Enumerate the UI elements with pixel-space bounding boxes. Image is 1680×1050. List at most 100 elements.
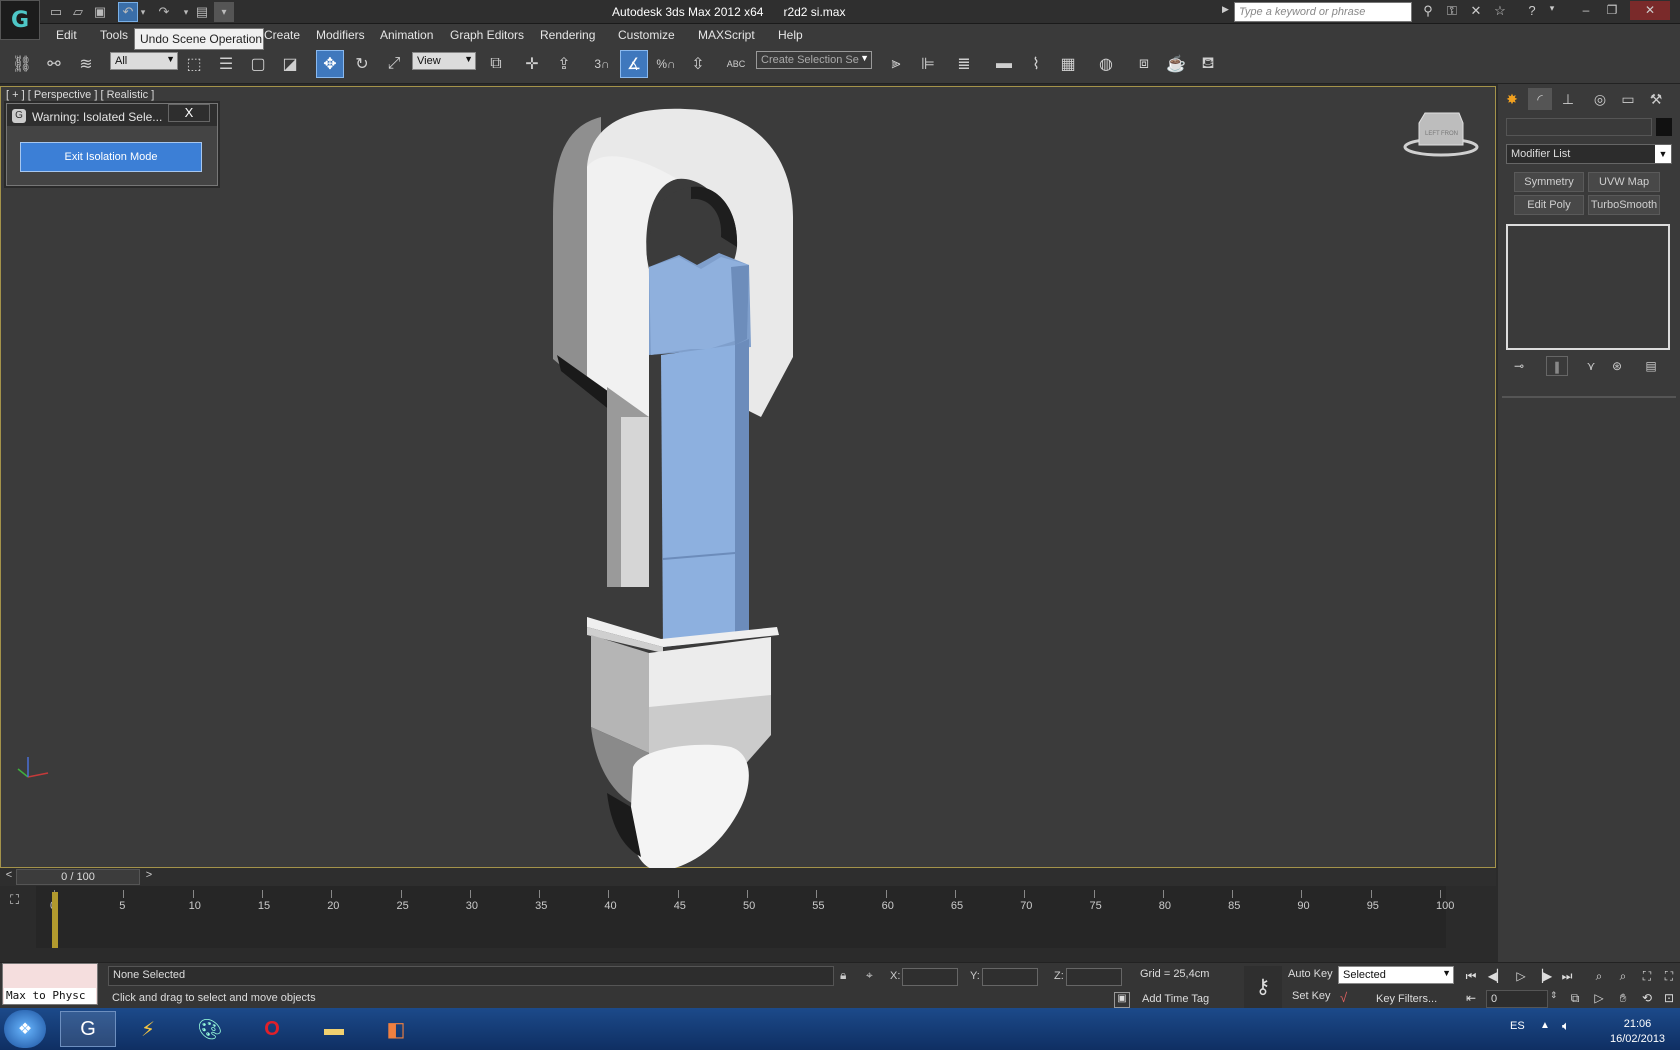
make-unique-icon[interactable]: ⋎	[1580, 356, 1602, 376]
graphite-ribbon-icon[interactable]: ▬	[990, 50, 1018, 78]
spinner-snap-icon[interactable]: ⇳	[684, 50, 712, 78]
modifier-stack[interactable]	[1506, 224, 1670, 350]
taskbar-app-6[interactable]: ◧	[368, 1011, 424, 1047]
select-and-link-icon[interactable]: ⛓	[8, 50, 36, 78]
rendered-frame-window-icon[interactable]: ☕	[1162, 50, 1190, 78]
perspective-viewport[interactable]: FRON LEFT	[0, 86, 1497, 869]
menu-create[interactable]: Create	[264, 28, 300, 42]
close-window-button[interactable]: ✕	[1630, 1, 1670, 20]
angle-snap-toggle-icon[interactable]: ∡	[620, 50, 648, 78]
reference-coordinate-dropdown[interactable]: View ▼	[412, 52, 476, 70]
viewcube-box[interactable]	[1418, 112, 1464, 146]
select-object-icon[interactable]: ⬚	[180, 50, 208, 78]
add-time-tag[interactable]: Add Time Tag	[1142, 993, 1209, 1005]
show-end-result-icon[interactable]: ∥	[1546, 356, 1568, 376]
current-frame-marker[interactable]	[52, 892, 58, 948]
system-clock[interactable]: 21:06 16/02/2013	[1610, 1017, 1665, 1047]
menu-help[interactable]: Help	[778, 28, 803, 42]
mirror-icon[interactable]: ⫸	[882, 50, 910, 78]
select-and-rotate-icon[interactable]: ↻	[348, 50, 376, 78]
redo-icon[interactable]: ↷	[154, 2, 174, 22]
undo-icon[interactable]: ↶	[118, 2, 138, 22]
display-tab-icon[interactable]: ▭	[1616, 88, 1640, 110]
absolute-mode-icon[interactable]: ⌖	[866, 968, 873, 983]
select-and-move-icon[interactable]: ✥	[316, 50, 344, 78]
bind-space-warp-icon[interactable]: ≋	[72, 50, 100, 78]
taskbar-opera[interactable]: O	[244, 1011, 300, 1047]
open-mini-curve-editor-icon[interactable]: ⛶	[10, 892, 34, 910]
zoom-extents-all-icon[interactable]: ⛶	[1658, 966, 1680, 986]
input-language[interactable]: ES	[1510, 1020, 1525, 1032]
volume-icon[interactable]: 🔈︎	[1562, 1018, 1570, 1034]
edit-poly-button[interactable]: Edit Poly	[1514, 195, 1584, 215]
project-folder-icon[interactable]: ▤	[192, 2, 212, 22]
set-key-button[interactable]: Set Key	[1292, 990, 1331, 1002]
menu-tools[interactable]: Tools	[100, 28, 128, 42]
default-tangents-icon[interactable]: √	[1340, 990, 1356, 1008]
select-and-manipulate-icon[interactable]: ✛	[518, 50, 546, 78]
current-frame-field[interactable]: 0	[1486, 990, 1548, 1008]
utilities-tab-icon[interactable]: ⚒	[1644, 88, 1668, 110]
window-crossing-icon[interactable]: ◪	[276, 50, 304, 78]
previous-frame-icon[interactable]: ◀▏	[1486, 966, 1508, 986]
maxscript-input[interactable]: Max to Physc	[4, 988, 96, 1004]
object-name-field[interactable]	[1506, 118, 1652, 136]
minimize-button[interactable]: ‒	[1574, 1, 1598, 20]
zoom-extents-icon[interactable]: ⛶	[1636, 966, 1658, 986]
selection-lock-icon[interactable]: 🔒︎	[840, 968, 846, 983]
menu-edit[interactable]: Edit	[56, 28, 77, 42]
viewport-label[interactable]: [ + ] [ Perspective ] [ Realistic ]	[6, 89, 154, 101]
isolated-model[interactable]: FRON LEFT	[1, 87, 1497, 869]
select-and-scale-icon[interactable]: ⤢	[380, 50, 408, 78]
taskbar-paint[interactable]: 🎨︎	[182, 1011, 238, 1047]
track-bar[interactable]	[36, 886, 1446, 948]
show-hidden-icons-icon[interactable]: ▲	[1540, 1020, 1550, 1031]
next-frame-icon[interactable]: ▕▶	[1532, 966, 1554, 986]
quick-access-dropdown-icon[interactable]: ▾	[214, 2, 234, 22]
restore-button[interactable]: ❐	[1600, 1, 1624, 20]
menu-rendering[interactable]: Rendering	[540, 28, 595, 42]
time-slider[interactable]: 0 / 100	[16, 869, 140, 885]
maximize-viewport-icon[interactable]: ⊡	[1658, 988, 1680, 1008]
key-mode-toggle-icon[interactable]: ⇤	[1460, 988, 1482, 1008]
pin-stack-icon[interactable]: ⊸	[1508, 356, 1530, 376]
object-color-swatch[interactable]	[1656, 118, 1672, 136]
symmetry-button[interactable]: Symmetry	[1514, 172, 1584, 192]
menu-graph-editors[interactable]: Graph Editors	[450, 28, 524, 42]
orbit-icon[interactable]: ⟲	[1636, 988, 1658, 1008]
zoom-icon[interactable]: ⌕	[1588, 966, 1610, 986]
z-coordinate-field[interactable]	[1066, 968, 1122, 986]
go-to-start-icon[interactable]: ⏮	[1460, 966, 1482, 986]
exit-isolation-mode-button[interactable]: Exit Isolation Mode	[20, 142, 202, 172]
y-coordinate-field[interactable]	[982, 968, 1038, 986]
motion-tab-icon[interactable]: ◎	[1588, 88, 1612, 110]
rectangular-selection-icon[interactable]: ▢	[244, 50, 272, 78]
favorites-star-icon[interactable]: ☆	[1490, 3, 1510, 21]
infocenter-arrow-icon[interactable]: ▶	[1222, 4, 1229, 15]
layer-manager-icon[interactable]: ≣	[950, 50, 978, 78]
modify-tab-icon[interactable]: ◜	[1528, 88, 1552, 110]
start-button[interactable]: ❖	[4, 1010, 46, 1048]
taskbar-3dsmax[interactable]: G	[60, 1011, 116, 1047]
schematic-view-icon[interactable]: ▦	[1054, 50, 1082, 78]
align-icon[interactable]: ⊫	[914, 50, 942, 78]
new-file-icon[interactable]: ▭	[46, 2, 66, 22]
uvw-map-button[interactable]: UVW Map	[1588, 172, 1660, 192]
render-production-icon[interactable]: ⛾	[1194, 50, 1222, 78]
dialog-close-button[interactable]: X	[168, 104, 210, 122]
help-icon[interactable]: ?	[1522, 3, 1542, 21]
select-by-name-icon[interactable]: ☰	[212, 50, 240, 78]
taskbar-app-2[interactable]: ⚡︎	[120, 1011, 176, 1047]
time-slider-prev[interactable]: <	[2, 869, 16, 885]
subscription-key-icon[interactable]: ⚿	[1442, 3, 1462, 21]
application-button[interactable]: G	[0, 0, 40, 40]
menu-customize[interactable]: Customize	[618, 28, 675, 42]
pan-view-icon[interactable]: ✋︎	[1612, 988, 1634, 1008]
time-slider-next[interactable]: >	[142, 869, 156, 885]
set-key-icon[interactable]: ⚷	[1244, 966, 1282, 1008]
unlink-icon[interactable]: ⚯	[40, 50, 68, 78]
create-tab-icon[interactable]: ✸	[1500, 88, 1524, 110]
remove-modifier-icon[interactable]: ⊛	[1606, 356, 1628, 376]
undo-dropdown-icon[interactable]: ▾	[138, 2, 148, 22]
auto-key-button[interactable]: Auto Key	[1288, 968, 1333, 980]
